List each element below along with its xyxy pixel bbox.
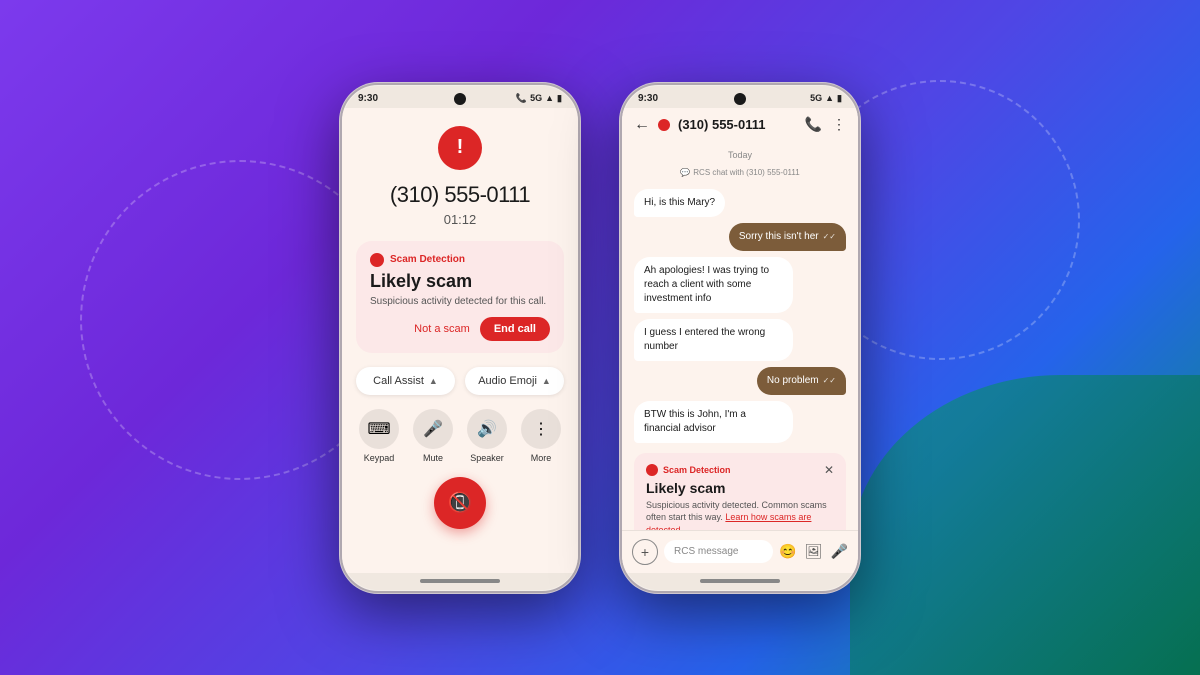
status-icons-phone1: 📞 5G ▲ ▮	[516, 93, 562, 104]
rcs-icon: 💬	[680, 168, 690, 177]
call-screen: ! (310) 555-0111 01:12 Scam Detection Li…	[342, 108, 578, 573]
phone2: 9:30 5G ▲ ▮ ← (310) 555-0111 📞 ⋮	[620, 83, 860, 593]
keypad-label: Keypad	[364, 453, 395, 463]
list-item: BTW this is John, I'm a financial adviso…	[634, 401, 793, 443]
phone1: 9:30 📞 5G ▲ ▮ ! (310) 555-0111 01:12	[340, 83, 580, 593]
chat-scam-label: Scam Detection	[663, 465, 819, 475]
chat-input-actions: 😊 🖼 🎤	[779, 543, 848, 560]
mute-label: Mute	[423, 453, 443, 463]
chat-messages: Today 💬 RCS chat with (310) 555-0111 Hi,…	[622, 142, 858, 530]
back-button[interactable]: ←	[634, 116, 650, 134]
chat-scam-dot-icon	[646, 464, 658, 476]
audio-emoji-pill[interactable]: Audio Emoji ▲	[465, 367, 564, 395]
list-item: Ah apologies! I was trying to reach a cl…	[634, 257, 793, 313]
battery-icon-p2: ▮	[837, 93, 842, 104]
call-assist-chevron-icon: ▲	[429, 376, 438, 386]
sticker-button[interactable]: 🖼	[805, 543, 823, 560]
end-call-button[interactable]: End call	[480, 317, 550, 341]
list-item: I guess I entered the wrong number	[634, 319, 793, 361]
chat-header-icons: 📞 ⋮	[805, 116, 846, 133]
chat-header: ← (310) 555-0111 📞 ⋮	[622, 108, 858, 142]
input-placeholder: RCS message	[674, 546, 738, 557]
signal-5g-p2: 5G	[810, 93, 822, 103]
status-time-phone2: 9:30	[638, 93, 658, 104]
close-scam-button[interactable]: ✕	[824, 463, 834, 477]
chat-screen: ← (310) 555-0111 📞 ⋮ Today 💬 RCS chat wi…	[622, 108, 858, 573]
more-button[interactable]: ⋮ More	[518, 409, 564, 463]
home-bar-phone2	[700, 579, 780, 583]
message-text: No problem	[767, 374, 819, 388]
message-text: Ah apologies! I was trying to reach a cl…	[644, 265, 769, 304]
chat-title: (310) 555-0111	[678, 117, 797, 132]
overflow-menu-icon[interactable]: ⋮	[832, 116, 846, 133]
phones-container: 9:30 📞 5G ▲ ▮ ! (310) 555-0111 01:12	[340, 83, 860, 593]
call-number: (310) 555-0111	[390, 182, 530, 208]
list-item: Sorry this isn't her ✓✓	[729, 223, 846, 251]
speaker-label: Speaker	[470, 453, 504, 463]
chat-alert-dot-icon	[658, 119, 670, 131]
status-icons-phone2: 5G ▲ ▮	[810, 93, 842, 104]
list-item: Hi, is this Mary?	[634, 189, 725, 217]
keypad-icon: ⌨	[359, 409, 399, 449]
phone-icon[interactable]: 📞	[805, 116, 822, 133]
not-scam-button-phone1[interactable]: Not a scam	[414, 323, 470, 335]
chat-scam-title: Likely scam	[646, 480, 834, 496]
add-attachment-button[interactable]: +	[632, 539, 658, 565]
hang-up-icon: 📵	[448, 490, 473, 515]
scam-detection-header: Scam Detection	[370, 253, 550, 267]
signal-5g: 5G	[530, 93, 542, 103]
keypad-button[interactable]: ⌨ Keypad	[356, 409, 402, 463]
scam-label-phone1: Scam Detection	[390, 254, 465, 265]
bg-blob	[850, 375, 1200, 675]
phone1-content: ! (310) 555-0111 01:12 Scam Detection Li…	[342, 108, 578, 591]
read-tick-icon2: ✓✓	[823, 375, 836, 386]
hang-up-button[interactable]: 📵	[434, 477, 486, 529]
message-text: BTW this is John, I'm a financial adviso…	[644, 409, 746, 434]
signal-bars-p2: ▲	[825, 93, 834, 103]
voice-button[interactable]: 🎤	[831, 543, 848, 560]
mute-icon: 🎤	[413, 409, 453, 449]
audio-emoji-chevron-icon: ▲	[542, 376, 551, 386]
call-assist-bar: Call Assist ▲ Audio Emoji ▲	[356, 367, 564, 395]
status-time-phone1: 9:30	[358, 93, 378, 104]
scam-title-phone1: Likely scam	[370, 271, 550, 292]
battery-icon: ▮	[557, 93, 562, 104]
speaker-icon: 🔊	[467, 409, 507, 449]
chat-date-label: Today	[634, 150, 846, 160]
call-alert-icon: !	[438, 126, 482, 170]
scam-dot-icon	[370, 253, 384, 267]
call-controls: ⌨ Keypad 🎤 Mute 🔊 Speaker ⋮ More	[356, 409, 564, 463]
more-icon: ⋮	[521, 409, 561, 449]
camera-notch-phone2	[734, 93, 746, 105]
scam-desc-phone1: Suspicious activity detected for this ca…	[370, 296, 550, 307]
camera-notch	[454, 93, 466, 105]
exclamation-icon: !	[457, 136, 464, 159]
signal-bars: ▲	[545, 93, 554, 103]
call-assist-label: Call Assist	[373, 375, 424, 387]
message-text: Hi, is this Mary?	[644, 197, 715, 208]
message-text: I guess I entered the wrong number	[644, 327, 765, 352]
chat-input-bar: + RCS message 😊 🖼 🎤	[622, 530, 858, 573]
chat-scam-desc: Suspicious activity detected. Common sca…	[646, 499, 834, 530]
home-bar-phone1	[420, 579, 500, 583]
call-duration: 01:12	[444, 212, 477, 227]
scam-detection-card-phone1: Scam Detection Likely scam Suspicious ac…	[356, 241, 564, 353]
read-tick-icon: ✓✓	[823, 231, 836, 242]
scam-actions-phone1: Not a scam End call	[370, 317, 550, 341]
mute-button[interactable]: 🎤 Mute	[410, 409, 456, 463]
chat-rcs-label: 💬 RCS chat with (310) 555-0111	[634, 168, 846, 177]
scam-detection-card-chat: Scam Detection ✕ Likely scam Suspicious …	[634, 453, 846, 530]
chat-scam-header: Scam Detection ✕	[646, 463, 834, 477]
more-label: More	[531, 453, 552, 463]
list-item: No problem ✓✓	[757, 367, 846, 395]
call-icon: 📞	[516, 93, 527, 104]
audio-emoji-label: Audio Emoji	[478, 375, 537, 387]
speaker-button[interactable]: 🔊 Speaker	[464, 409, 510, 463]
phone2-content: ← (310) 555-0111 📞 ⋮ Today 💬 RCS chat wi…	[622, 108, 858, 591]
emoji-button[interactable]: 😊	[779, 543, 796, 560]
message-input[interactable]: RCS message	[664, 540, 773, 563]
message-text: Sorry this isn't her	[739, 230, 819, 244]
call-assist-pill[interactable]: Call Assist ▲	[356, 367, 455, 395]
